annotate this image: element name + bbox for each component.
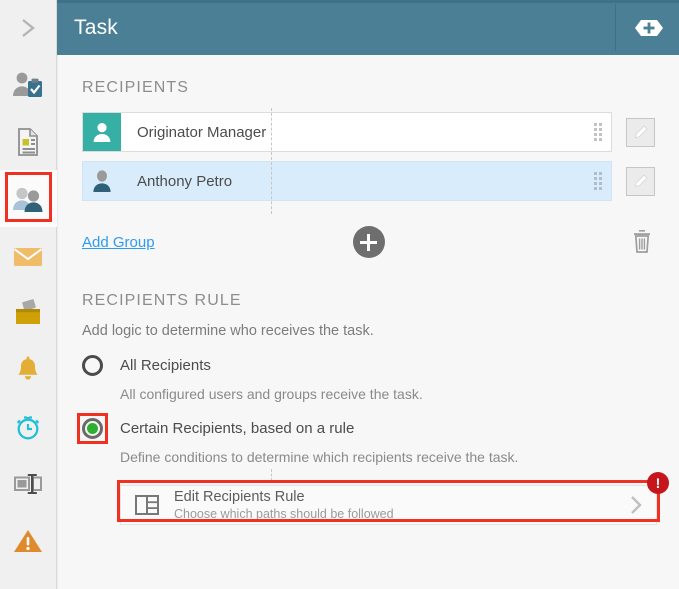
add-group-row: Add Group [58, 223, 679, 261]
edit-recipients-rule-button[interactable]: Edit Recipients Rule Choose which paths … [120, 485, 657, 525]
sidebar-item-inbox[interactable] [0, 284, 57, 341]
titlebar-divider [615, 4, 616, 51]
recipients-rule-description: Add logic to determine who receives the … [58, 323, 679, 339]
stopwatch-icon [13, 412, 43, 442]
sidebar-item-layout[interactable] [0, 455, 57, 512]
panel-split-icon [12, 471, 44, 497]
edit-rule-text: Edit Recipients Rule Choose which paths … [174, 489, 394, 521]
radio-option-certain-recipients[interactable]: Certain Recipients, based on a rule [58, 418, 679, 439]
selection-highlight-box [77, 413, 108, 444]
panel-content: RECIPIENTS Originator Manager [57, 55, 679, 589]
pencil-icon [632, 172, 650, 190]
sidebar-item-form[interactable] [0, 113, 57, 170]
left-icon-sidebar [0, 0, 57, 589]
radio-label: Certain Recipients, based on a rule [120, 420, 354, 437]
sidebar-item-timer[interactable] [0, 398, 57, 455]
recipient-card-originator-manager[interactable]: Originator Manager [82, 112, 612, 152]
chevron-right-icon[interactable] [626, 492, 646, 518]
radio-sublabel: Define conditions to determine which rec… [58, 449, 679, 465]
user-clipboard-icon [11, 70, 45, 100]
users-group-icon [11, 185, 45, 213]
edit-rule-title: Edit Recipients Rule [174, 489, 394, 506]
document-form-icon [13, 126, 43, 158]
recipient-name: Originator Manager [137, 124, 266, 141]
table-row[interactable]: Anthony Petro [82, 161, 655, 201]
edit-recipients-rule-wrapper: Edit Recipients Rule Choose which paths … [58, 485, 679, 525]
sidebar-item-recipients[interactable] [0, 170, 57, 227]
user-avatar-teal [83, 113, 121, 151]
panel-titlebar: Task [57, 0, 679, 55]
plus-circle-icon[interactable] [353, 226, 385, 258]
radio-button-unselected[interactable] [82, 355, 103, 376]
rule-connector-tick [271, 469, 272, 481]
page-title: Task [74, 16, 118, 40]
recipients-section-heading: RECIPIENTS [58, 79, 679, 97]
sidebar-item-reminders[interactable] [0, 341, 57, 398]
bell-icon [13, 355, 43, 385]
radio-label: All Recipients [120, 357, 211, 374]
edit-recipient-button[interactable] [626, 167, 655, 196]
drag-handle-icon[interactable] [594, 172, 602, 190]
recipients-list: Originator Manager [58, 112, 679, 201]
group-connector-line [271, 108, 272, 214]
sidebar-item-collapse-chevron[interactable] [0, 0, 57, 56]
titlebar-actions [615, 0, 679, 55]
recipient-name: Anthony Petro [137, 173, 232, 190]
task-configuration-window: Task RECIPIENTS [0, 0, 679, 589]
sidebar-item-email[interactable] [0, 227, 57, 284]
chevron-right-icon [17, 15, 39, 41]
add-group-link[interactable]: Add Group [82, 234, 155, 251]
sidebar-item-escalation[interactable] [0, 512, 57, 569]
table-row[interactable]: Originator Manager [82, 112, 655, 152]
main-panel: Task RECIPIENTS [57, 0, 679, 589]
radio-option-all-recipients[interactable]: All Recipients [58, 355, 679, 376]
inbox-tray-icon [12, 298, 44, 328]
edit-recipient-button[interactable] [626, 118, 655, 147]
trash-icon[interactable] [629, 227, 655, 257]
user-avatar-gray [83, 162, 121, 200]
drag-handle-icon[interactable] [594, 123, 602, 141]
pencil-icon [632, 123, 650, 141]
envelope-icon [11, 243, 45, 269]
warning-triangle-icon [12, 527, 44, 555]
status-badge: ! [647, 472, 669, 494]
recipients-rule-heading: RECIPIENTS RULE [58, 292, 679, 310]
radio-sublabel: All configured users and groups receive … [58, 386, 679, 402]
edit-rule-subtitle: Choose which paths should be followed [174, 507, 394, 521]
sidebar-item-assignee[interactable] [0, 56, 57, 113]
hexagon-plus-icon[interactable] [634, 13, 664, 43]
recipient-card-anthony-petro[interactable]: Anthony Petro [82, 161, 612, 201]
layout-panels-icon [134, 493, 160, 517]
